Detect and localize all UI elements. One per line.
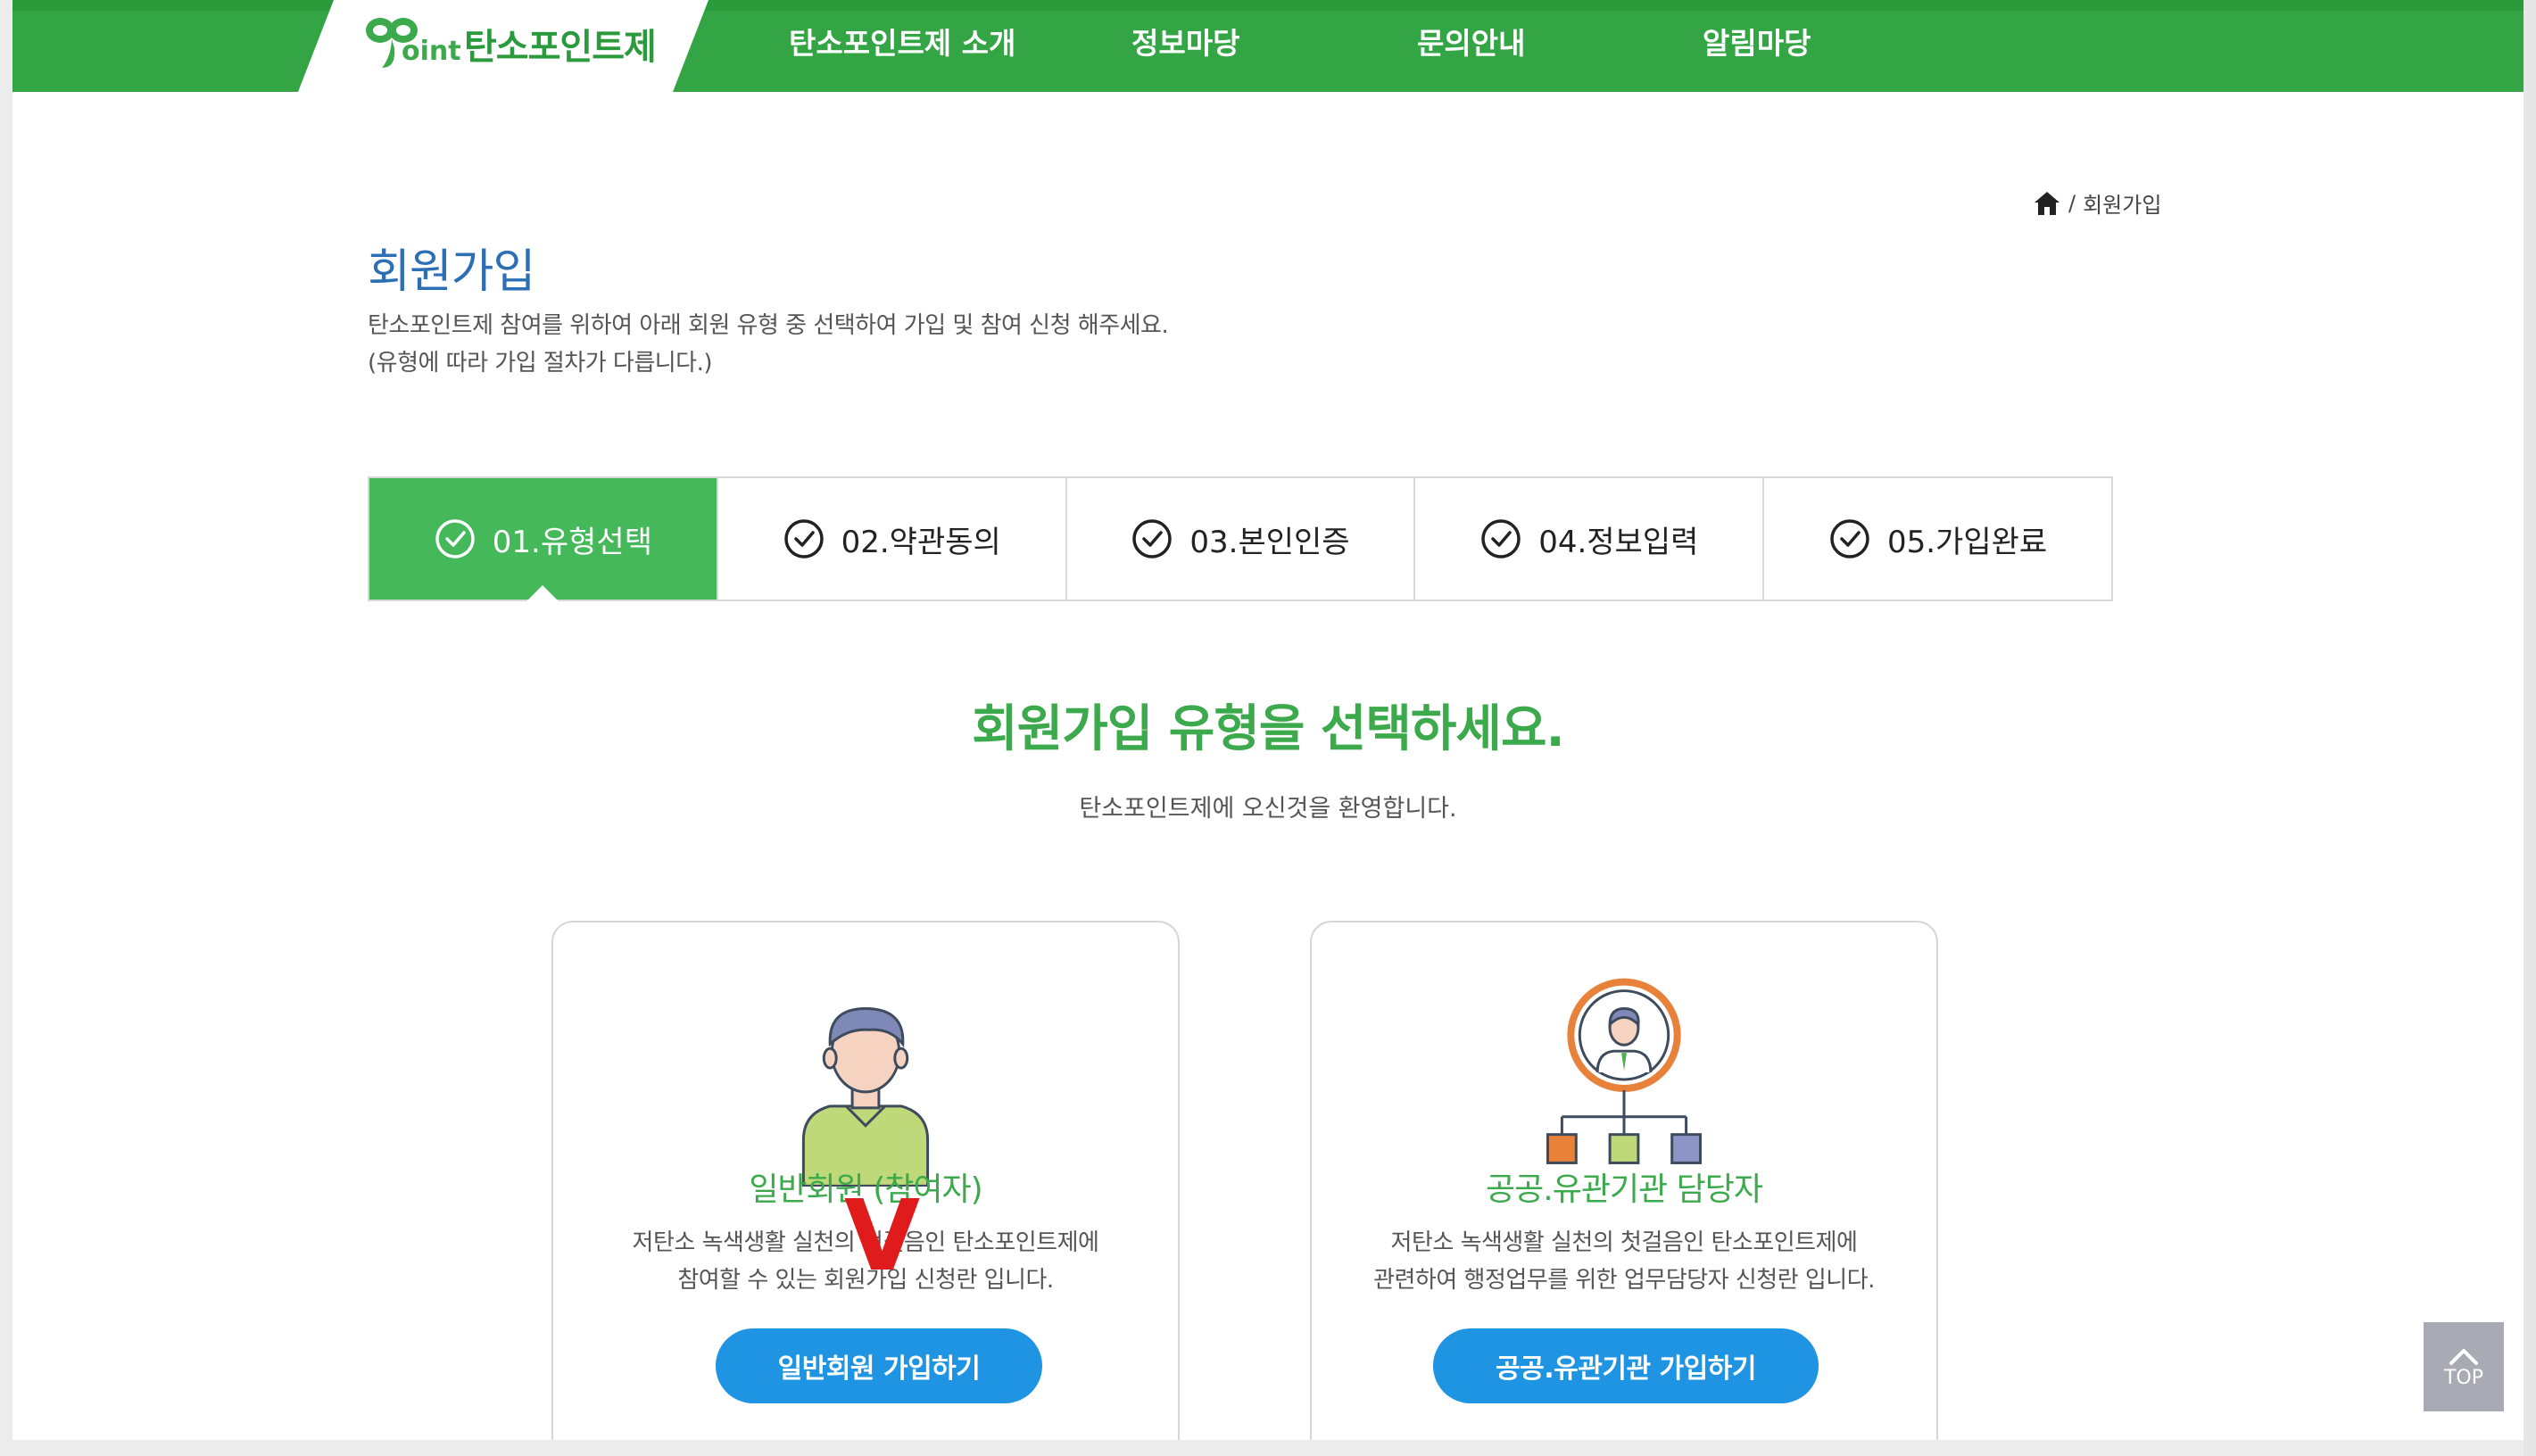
scroll-top-button[interactable]: TOP bbox=[2424, 1322, 2504, 1411]
nav-item-info[interactable]: 정보마당 bbox=[1131, 20, 1239, 62]
step-info-input[interactable]: 04.정보입력 bbox=[1415, 478, 1765, 600]
page-description-line1: 탄소포인트제 참여를 위하여 아래 회원 유형 중 선택하여 가입 및 참여 신… bbox=[368, 312, 1169, 339]
logo-text: 탄소포인트제 bbox=[464, 27, 657, 68]
logo-mark-text: oint bbox=[402, 36, 461, 67]
check-circle-icon bbox=[1830, 519, 1869, 558]
page-description-line2: (유형에 따라 가입 절차가 다릅니다.) bbox=[368, 350, 713, 376]
step-label: 02.약관동의 bbox=[841, 524, 1001, 560]
card-description-line2: 관련하여 행정업무를 위한 업무담당자 신청란 입니다. bbox=[1373, 1267, 1875, 1294]
member-type-heading: 회원가입 유형을 선택하세요. bbox=[972, 700, 1565, 758]
step-label: 01.유형선택 bbox=[492, 524, 652, 560]
site-logo[interactable]: oint 탄소포인트제 bbox=[361, 12, 657, 75]
page-frame: oint 탄소포인트제 탄소포인트제 소개 정보마당 문의안내 알림마당 / 회… bbox=[12, 0, 2524, 1440]
step-terms[interactable]: 02.약관동의 bbox=[717, 478, 1067, 600]
top-nav-bar: oint 탄소포인트제 탄소포인트제 소개 정보마당 문의안내 알림마당 bbox=[12, 0, 2524, 92]
check-circle-icon bbox=[783, 519, 824, 558]
step-label: 03.본인인증 bbox=[1189, 524, 1350, 560]
step-select-type[interactable]: 01.유형선택 bbox=[369, 478, 718, 601]
home-icon[interactable] bbox=[2033, 189, 2061, 218]
institution-signup-button[interactable]: 공공.유관기관 가입하기 bbox=[1433, 1328, 1819, 1403]
chevron-up-icon bbox=[2449, 1348, 2478, 1365]
step-label: 05.가입완료 bbox=[1886, 524, 2048, 560]
nav-item-inquiry[interactable]: 문의안내 bbox=[1417, 20, 1525, 62]
check-circle-icon bbox=[1481, 519, 1521, 558]
signup-steps: 01.유형선택 02.약관동의 03.본인인증 04.정보입력 05.가입완료 bbox=[368, 476, 2113, 601]
organization-icon bbox=[1546, 978, 1703, 1164]
step-complete[interactable]: 05.가입완료 bbox=[1764, 478, 2111, 600]
general-member-signup-button[interactable]: 일반회원 가입하기 bbox=[716, 1328, 1042, 1403]
card-title: 공공.유관기관 담당자 bbox=[1486, 1171, 1763, 1208]
breadcrumb-current: 회원가입 bbox=[2083, 193, 2162, 218]
page-title: 회원가입 bbox=[368, 245, 535, 299]
step-label: 04.정보입력 bbox=[1538, 524, 1699, 560]
member-type-subheading: 탄소포인트제에 오신것을 환영합니다. bbox=[1079, 795, 1457, 823]
breadcrumb-separator: / bbox=[2068, 190, 2076, 216]
person-icon bbox=[801, 1006, 930, 1187]
check-circle-icon bbox=[1132, 519, 1173, 558]
nav-item-intro[interactable]: 탄소포인트제 소개 bbox=[789, 20, 1015, 62]
step-verification[interactable]: 03.본인인증 bbox=[1066, 478, 1416, 600]
card-description-line1: 저탄소 녹색생활 실천의 첫걸음인 탄소포인트제에 bbox=[1390, 1229, 1858, 1256]
scroll-top-label: TOP bbox=[2443, 1366, 2484, 1389]
institution-card: 공공.유관기관 담당자 저탄소 녹색생활 실천의 첫걸음인 탄소포인트제에 관련… bbox=[1310, 921, 1938, 1440]
breadcrumb: / 회원가입 bbox=[2033, 187, 2161, 219]
right-edge-bar bbox=[2524, 0, 2536, 1456]
nav-item-notice[interactable]: 알림마당 bbox=[1703, 20, 1811, 62]
check-circle-icon bbox=[435, 519, 475, 558]
annotation-check-mark: V bbox=[844, 1179, 921, 1293]
